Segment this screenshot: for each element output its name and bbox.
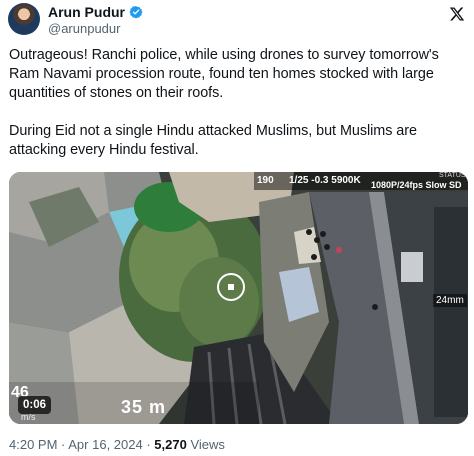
osd-top-right: 1080P/24fps Slow SD [371,180,462,190]
tweet-date[interactable]: Apr 16, 2024 [68,437,142,452]
tweet-card: Arun Pudur @arunpudur Outrageous! Ranchi… [0,0,474,456]
tweet-meta: 4:20 PM · Apr 16, 2024 · 5,270 Views [9,437,225,453]
tweet-text: Outrageous! Ranchi police, while using d… [9,47,439,158]
osd-top-middle: 1/25 -0.3 5900K [289,175,361,186]
views-label: Views [190,437,225,452]
x-logo-icon[interactable] [449,6,465,22]
tweet-time[interactable]: 4:20 PM [9,437,57,452]
author-name-row: Arun Pudur [48,4,143,20]
meta-separator: · [57,437,69,452]
views-count[interactable]: 5,270 [154,437,187,452]
author-handle[interactable]: @arunpudur [48,21,120,36]
meta-separator-2: · [142,437,155,452]
video-player[interactable]: 190 1/25 -0.3 5900K 1080P/24fps Slow SD … [9,172,468,424]
osd-top-left: 190 [257,175,274,186]
osd-bottom-distance: 35 m [121,397,167,417]
avatar[interactable] [8,3,40,35]
osd-right-value: 24mm [433,294,467,307]
video-frame [9,172,468,424]
video-timer: 0:06 [18,396,52,414]
author-display-name[interactable]: Arun Pudur [48,4,125,20]
verified-badge-icon[interactable] [129,5,143,19]
osd-status: STATUS [439,172,466,179]
